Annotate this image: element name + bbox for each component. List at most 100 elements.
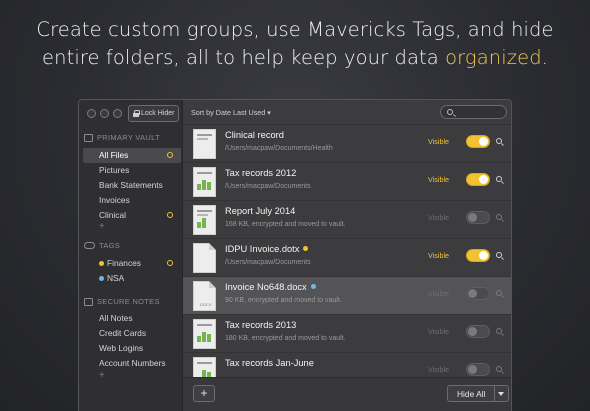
reveal-in-finder-icon[interactable] [496, 214, 502, 220]
headline-line-2-prefix: entire folders, all to help keep your da… [42, 46, 446, 69]
tags-label: TAGS [99, 241, 121, 250]
close-window-button[interactable] [87, 109, 96, 118]
sidebar-item-label: Account Numbers [99, 358, 166, 368]
file-title: IDPU Invoice.dotx [225, 244, 309, 254]
visibility-toggle[interactable] [466, 287, 490, 300]
file-row[interactable]: Report July 2014 168 KB, encrypted and m… [183, 201, 511, 239]
sidebar-item-bank-statements[interactable]: Bank Statements [83, 178, 181, 193]
visibility-label: Visible [428, 365, 450, 374]
hide-all-button[interactable]: Hide All [447, 385, 509, 402]
sidebar-item-label: Clinical [99, 210, 126, 220]
sidebar-item-all-notes[interactable]: All Notes [83, 311, 181, 326]
app-window: Lock Hider PRIMARY VAULT All Files Pictu… [78, 99, 512, 411]
minimize-window-button[interactable] [100, 109, 109, 118]
add-note-button[interactable]: + [99, 370, 105, 381]
tag-ring-icon [167, 260, 173, 266]
search-input[interactable] [440, 105, 507, 119]
file-title: Tax records 2012 [225, 168, 297, 178]
visibility-toggle[interactable] [466, 325, 490, 338]
file-status: 90 KB, encrypted and moved to vault. [225, 297, 342, 304]
visibility-label: Visible [428, 137, 450, 146]
lock-hider-label: Lock Hider [141, 110, 175, 117]
sidebar-item-clinical[interactable]: Clinical [83, 208, 181, 223]
visibility-toggle[interactable] [466, 249, 490, 262]
file-title: Clinical record [225, 130, 284, 140]
file-row[interactable]: Clinical record /Users/macpaw/Documents/… [183, 125, 511, 163]
visibility-label: Visible [428, 175, 450, 184]
search-icon [447, 109, 453, 115]
sidebar-item-invoices[interactable]: Invoices [83, 193, 181, 208]
file-row[interactable]: DOCX Invoice No648.docx 90 KB, encrypted… [183, 277, 511, 315]
sidebar-item-web-logins[interactable]: Web Logins [83, 341, 181, 356]
headline-line-2-suffix: . [541, 46, 548, 69]
document-thumbnail [193, 243, 216, 273]
sidebar-item-all-files[interactable]: All Files [83, 148, 181, 163]
tag-dot-icon [303, 246, 309, 251]
chevron-down-icon[interactable] [498, 392, 504, 396]
sidebar-item-finances[interactable]: Finances [83, 256, 181, 271]
toolbar: Sort by Date Last Used ▾ [183, 100, 511, 125]
file-title: Tax records Jan-June [225, 358, 314, 368]
sidebar-item-label: Bank Statements [99, 180, 163, 190]
headline-highlight: organized [445, 46, 542, 69]
window-controls [87, 109, 122, 118]
sidebar-item-pictures[interactable]: Pictures [83, 163, 181, 178]
vault-icon [84, 133, 93, 142]
reveal-in-finder-icon[interactable] [496, 176, 502, 182]
sidebar-item-credit-cards[interactable]: Credit Cards [83, 326, 181, 341]
file-row[interactable]: IDPU Invoice.dotx /Users/macpaw/Document… [183, 239, 511, 277]
sidebar-item-label: NSA [107, 273, 125, 283]
sidebar-item-label: Pictures [99, 165, 130, 175]
docx-thumbnail: DOCX [193, 281, 216, 311]
headline-line-2: entire folders, all to help keep your da… [0, 44, 590, 72]
tags-header: TAGS [84, 241, 120, 250]
primary-vault-header: PRIMARY VAULT [84, 133, 160, 142]
secure-notes-header: SECURE NOTES [84, 297, 160, 306]
file-row[interactable]: Tax records 2012 /Users/macpaw/Documents… [183, 163, 511, 201]
add-group-button[interactable]: + [99, 221, 105, 232]
visibility-label: Visible [428, 289, 450, 298]
visibility-label: Visible [428, 251, 450, 260]
marketing-headline: Create custom groups, use Mavericks Tags… [0, 16, 590, 72]
visibility-label: Visible [428, 327, 450, 336]
chart-thumbnail [193, 167, 216, 197]
lock-hider-button[interactable]: Lock Hider [128, 105, 179, 122]
file-list-panel: Sort by Date Last Used ▾ Clinical record… [183, 100, 511, 411]
sidebar: Lock Hider PRIMARY VAULT All Files Pictu… [79, 100, 183, 411]
hide-all-label: Hide All [457, 389, 486, 399]
sidebar-item-label: All Notes [99, 313, 133, 323]
lock-icon [133, 110, 140, 117]
add-file-button[interactable]: + [193, 385, 215, 402]
reveal-in-finder-icon[interactable] [496, 328, 502, 334]
chart-thumbnail [193, 205, 216, 235]
file-path: /Users/macpaw/Documents [225, 183, 311, 190]
sidebar-item-account-numbers[interactable]: Account Numbers [83, 356, 181, 371]
chart-thumbnail [193, 319, 216, 349]
sidebar-item-label: Credit Cards [99, 328, 147, 338]
reveal-in-finder-icon[interactable] [496, 366, 502, 372]
visibility-toggle[interactable] [466, 363, 490, 376]
zoom-window-button[interactable] [113, 109, 122, 118]
reveal-in-finder-icon[interactable] [496, 138, 502, 144]
sidebar-item-label: Finances [107, 258, 141, 268]
file-path: /Users/macpaw/Documents/Health [225, 145, 333, 152]
nsa-tag-dot [99, 276, 104, 281]
file-title-text: Invoice No648.docx [225, 282, 307, 292]
visibility-toggle[interactable] [466, 173, 490, 186]
sidebar-item-label: Invoices [99, 195, 130, 205]
sidebar-item-nsa[interactable]: NSA [83, 271, 181, 286]
visibility-toggle[interactable] [466, 211, 490, 224]
divider [494, 386, 495, 401]
tag-icon [84, 242, 95, 249]
reveal-in-finder-icon[interactable] [496, 290, 502, 296]
visibility-label: Visible [428, 213, 450, 222]
tag-ring-icon [167, 212, 173, 218]
file-row[interactable]: Tax records 2013 180 KB, encrypted and m… [183, 315, 511, 353]
visibility-toggle[interactable] [466, 135, 490, 148]
reveal-in-finder-icon[interactable] [496, 252, 502, 258]
sort-dropdown[interactable]: Sort by Date Last Used ▾ [191, 108, 271, 117]
sidebar-item-label: All Files [99, 150, 129, 160]
headline-line-1: Create custom groups, use Mavericks Tags… [36, 18, 554, 41]
sidebar-item-label: Web Logins [99, 343, 144, 353]
secure-notes-label: SECURE NOTES [97, 297, 160, 306]
